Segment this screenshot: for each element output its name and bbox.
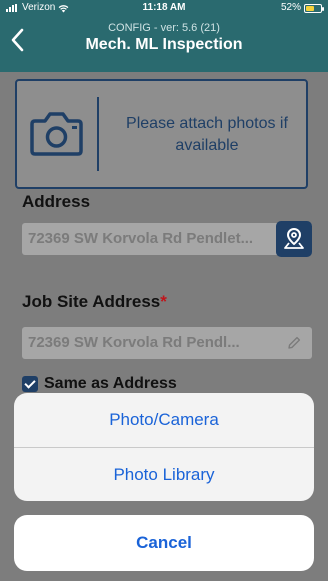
photo-camera-option[interactable]: Photo/Camera [14, 393, 314, 447]
attach-photos-box[interactable]: Please attach photos if available [15, 79, 308, 189]
address-label: Address [22, 192, 91, 211]
page-title: Mech. ML Inspection [85, 36, 243, 53]
job-site-address-value: 72369 SW Korvola Rd Pendl... [28, 334, 240, 351]
status-bar: Verizon 11:18 AM 52% [0, 0, 328, 16]
address-value: 72369 SW Korvola Rd Pendlet... [28, 230, 254, 247]
attach-photos-text: Please attach photos if available [126, 115, 288, 154]
status-time: 11:18 AM [142, 2, 186, 13]
job-site-address-label-text: Job Site Address [22, 292, 161, 311]
top-bar: Verizon 11:18 AM 52% CONFIG - ver: 5.6 (… [0, 0, 328, 72]
photo-library-option[interactable]: Photo Library [14, 448, 314, 501]
same-as-address-checkbox[interactable] [22, 376, 38, 392]
job-site-address-label: Job Site Address* [22, 292, 167, 312]
address-field[interactable]: 72369 SW Korvola Rd Pendlet... [22, 221, 312, 257]
battery-indicator: 52% [280, 0, 324, 16]
photo-divider [97, 97, 99, 171]
action-sheet: Photo/Camera Photo Library [14, 393, 314, 501]
map-pin-button[interactable] [276, 221, 312, 257]
cancel-button[interactable]: Cancel [14, 515, 314, 571]
camera-icon [30, 112, 83, 156]
same-as-address-row[interactable]: Same as Address [22, 375, 177, 393]
config-version: CONFIG - ver: 5.6 (21) [108, 22, 220, 34]
pencil-icon[interactable] [286, 335, 302, 351]
form-content: Please attach photos if available Addres… [0, 72, 328, 581]
job-site-address-field[interactable]: 72369 SW Korvola Rd Pendl... [22, 327, 312, 359]
same-as-address-label: Same as Address [44, 375, 177, 392]
battery-icon [304, 3, 324, 13]
required-mark: * [160, 292, 167, 311]
battery-percent: 52% [280, 2, 301, 13]
map-pin-icon [284, 227, 304, 249]
